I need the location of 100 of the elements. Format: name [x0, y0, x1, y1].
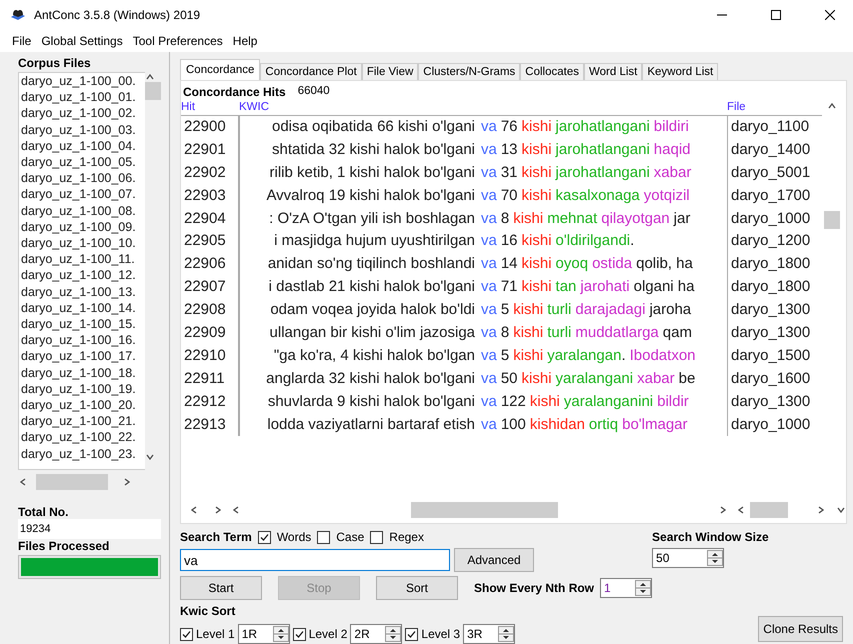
file-item[interactable]: daryo_uz_1-100_13.	[19, 284, 145, 300]
advanced-button[interactable]: Advanced	[454, 548, 534, 572]
file-item[interactable]: daryo_uz_1-100_00.	[19, 73, 145, 90]
level-spinner[interactable]: 3R	[463, 624, 516, 644]
menu-item[interactable]: Tool Preferences	[132, 34, 223, 48]
file-item[interactable]: daryo_uz_1-100_23.	[19, 446, 145, 462]
level-spinner[interactable]: 2R	[350, 624, 402, 644]
tab[interactable]: Concordance Plot	[260, 63, 362, 80]
maximize-icon[interactable]	[771, 10, 781, 20]
scroll-thumb[interactable]	[410, 502, 558, 518]
tab[interactable]: Concordance	[180, 59, 260, 80]
level-spinner[interactable]: 1R	[238, 624, 290, 644]
menu-item[interactable]: Global Settings	[41, 34, 123, 48]
checkbox[interactable]	[370, 530, 384, 544]
column-header[interactable]: File	[727, 101, 822, 115]
column-header[interactable]: Hit	[181, 101, 239, 115]
checkbox[interactable]	[292, 628, 306, 640]
checkbox[interactable]	[405, 628, 418, 640]
checkbox-label: Words	[276, 530, 312, 544]
file-item[interactable]: daryo_uz_1-100_07.	[19, 186, 145, 203]
file-item[interactable]: daryo_uz_1-100_02.	[19, 105, 145, 122]
scroll-thumb[interactable]	[824, 211, 840, 229]
spinner-icon[interactable]	[272, 626, 289, 642]
file-item[interactable]: daryo_uz_1-100_17.	[19, 348, 145, 365]
scroll-right-icon[interactable]	[122, 477, 132, 487]
file-item[interactable]: daryo_uz_1-100_22.	[19, 429, 145, 446]
checkbox[interactable]	[317, 530, 330, 544]
scroll-thumb[interactable]	[36, 474, 108, 490]
context-word: kishi	[522, 117, 552, 137]
scroll-left-icon[interactable]	[188, 505, 199, 515]
file-item[interactable]: daryo_uz_1-100_09.	[19, 218, 145, 236]
search-field[interactable]: va	[180, 549, 450, 571]
clone-results-button[interactable]: Clone Results	[758, 616, 843, 642]
context-word: qolib, ha	[636, 254, 693, 274]
close-icon[interactable]	[825, 10, 835, 20]
tab[interactable]: Keyword List	[642, 63, 718, 80]
checkbox-label: Case	[336, 530, 364, 544]
file-item[interactable]: daryo_uz_1-100_21.	[19, 413, 145, 430]
scroll-up-icon[interactable]	[827, 101, 837, 111]
context-word: kasalxonaga	[556, 186, 640, 206]
spinner-icon[interactable]	[707, 550, 724, 566]
file-item[interactable]: daryo_uz_1-100_01.	[19, 89, 145, 106]
scroll-right-icon[interactable]	[718, 505, 728, 515]
file-item[interactable]: daryo_uz_1-100_15.	[19, 316, 145, 332]
menu-item[interactable]: File	[12, 34, 32, 48]
scroll-right-icon[interactable]	[816, 505, 826, 515]
tab[interactable]: Clusters/N-Grams	[418, 63, 520, 80]
scroll-down-icon[interactable]	[836, 505, 846, 515]
spinner-icon[interactable]	[635, 580, 652, 596]
field-label: Search Term	[180, 530, 252, 544]
window-size-spinner[interactable]: 50	[652, 548, 724, 568]
file-item[interactable]: daryo_uz_1-100_14.	[19, 300, 145, 316]
checkbox[interactable]	[258, 530, 271, 544]
file-item[interactable]: daryo_uz_1-100_12.	[19, 267, 145, 284]
keyword: va	[481, 368, 497, 389]
context-word: 8	[500, 208, 510, 229]
scroll-up-icon[interactable]	[145, 72, 155, 82]
total-field: 19234	[18, 519, 161, 539]
file-item[interactable]: daryo_uz_1-100_18.	[19, 364, 145, 381]
scroll-thumb[interactable]	[145, 82, 161, 100]
scroll-left-icon[interactable]	[230, 505, 241, 515]
context-word: qilayotgan	[601, 208, 670, 229]
file-item[interactable]: daryo_uz_1-100_06.	[19, 170, 145, 186]
file-item[interactable]: daryo_uz_1-100_19.	[19, 380, 145, 398]
spinner-icon[interactable]	[385, 626, 402, 642]
checkbox[interactable]	[180, 628, 193, 640]
spinner-icon[interactable]	[498, 626, 514, 642]
menu-item[interactable]: Help	[232, 34, 258, 48]
scroll-thumb[interactable]	[750, 502, 788, 518]
field-label: Show Every Nth Row	[474, 581, 594, 595]
checkbox-label: Regex	[389, 530, 424, 544]
context-word: jarohati	[580, 277, 630, 298]
tab[interactable]: File View	[362, 63, 418, 80]
context-cell: shtatida 32 kishi halok bo'lgani	[239, 138, 481, 162]
file-cell: daryo_5001	[727, 162, 822, 185]
hit-cell: 22913	[181, 414, 239, 436]
file-item[interactable]: daryo_uz_1-100_03.	[19, 122, 145, 138]
file-item[interactable]: daryo_uz_1-100_05.	[19, 154, 145, 170]
column-header[interactable]: KWIC	[239, 101, 481, 115]
context-word: tan	[556, 277, 576, 298]
file-item[interactable]: daryo_uz_1-100_11.	[19, 251, 145, 268]
scroll-down-icon[interactable]	[145, 452, 155, 462]
context-word: oyoq	[556, 254, 588, 274]
tab[interactable]: Collocates	[520, 63, 584, 80]
file-item[interactable]: daryo_uz_1-100_04.	[19, 138, 145, 154]
file-cell: daryo_1000	[727, 414, 822, 436]
file-item[interactable]: daryo_uz_1-100_16.	[19, 332, 145, 348]
context-cell: lodda vaziyatlarni bartaraf etish	[239, 414, 481, 436]
file-item[interactable]: daryo_uz_1-100_20.	[19, 397, 145, 414]
checkbox-label: Level 1	[196, 627, 235, 641]
action-button[interactable]: Sort	[376, 576, 458, 600]
action-button[interactable]: Start	[180, 576, 262, 600]
context-word: ostida	[592, 254, 632, 274]
scroll-left-icon[interactable]	[18, 477, 28, 487]
nth-row-spinner[interactable]: 1	[600, 578, 652, 598]
file-item[interactable]: daryo_uz_1-100_08.	[19, 202, 145, 219]
context-cell: i dastlab 21 kishi halok bo'lgani	[239, 276, 481, 300]
file-item[interactable]: daryo_uz_1-100_10.	[19, 235, 145, 252]
context-word: muddatlarga	[575, 323, 659, 344]
tab[interactable]: Word List	[584, 63, 642, 80]
